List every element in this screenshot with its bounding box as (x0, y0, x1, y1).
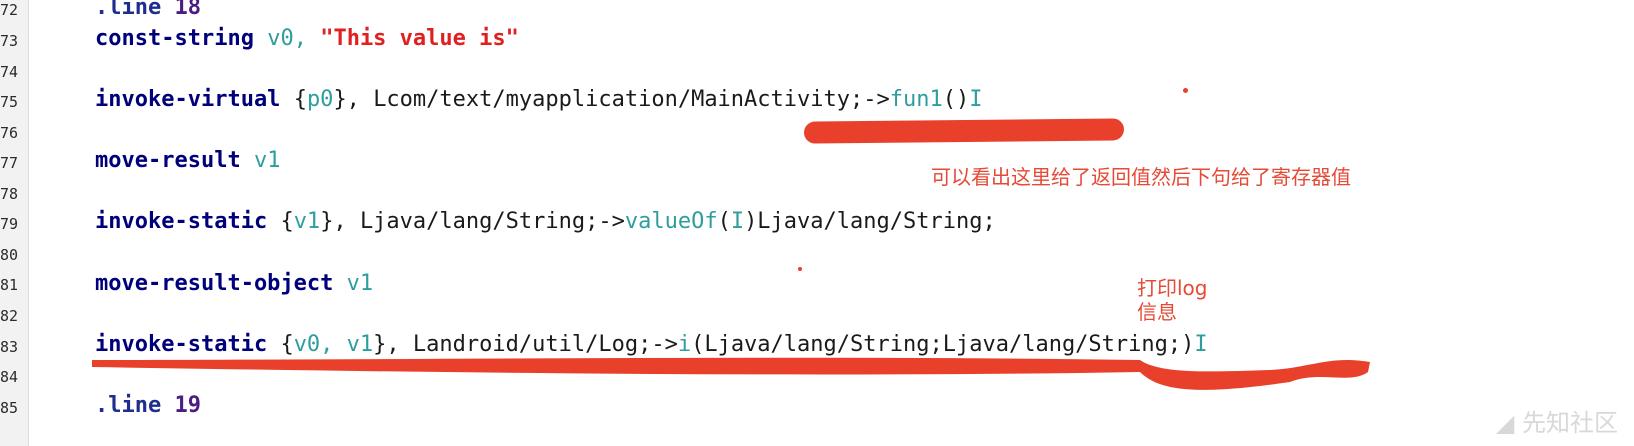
annotation-scribble (92, 357, 1370, 390)
annotation-dot (798, 267, 802, 271)
annotation-note-line: 打印log (1137, 276, 1208, 300)
annotation-note-line: 信息 (1137, 300, 1177, 324)
annotation-note-print-log: 打印log 信息 (1137, 276, 1208, 324)
annotation-dot (1183, 88, 1188, 93)
watermark: ◢ 先知社区 (1495, 409, 1618, 437)
watermark-logo-icon: ◢ (1495, 409, 1522, 437)
annotation-note-return-value: 可以看出这里给了返回值然后下句给了寄存器值 (931, 165, 1351, 189)
